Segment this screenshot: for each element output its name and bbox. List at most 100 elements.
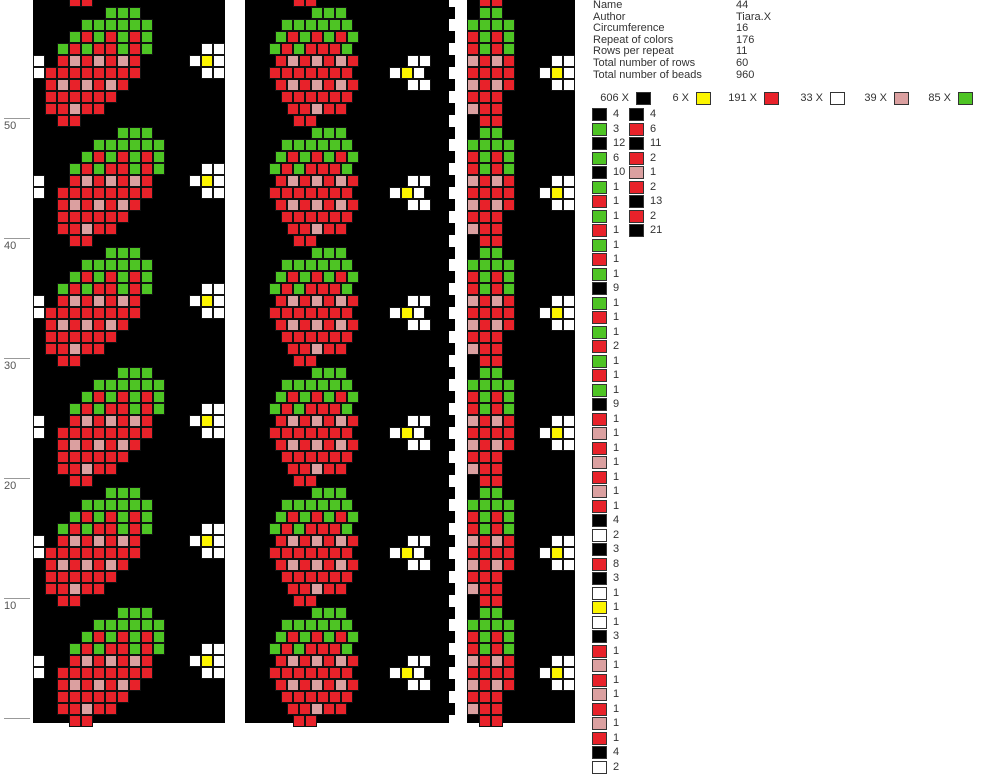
bead-cell[interactable]	[419, 439, 431, 451]
bead-cell[interactable]	[329, 499, 341, 511]
bead-cell[interactable]	[503, 259, 515, 271]
bead-cell[interactable]	[117, 67, 129, 79]
bead-cell[interactable]	[141, 499, 153, 511]
bead-cell[interactable]	[503, 499, 515, 511]
bead-cell[interactable]	[479, 451, 491, 463]
bead-cell[interactable]	[141, 367, 153, 379]
bead-cell[interactable]	[293, 211, 305, 223]
bead-cell[interactable]	[117, 163, 129, 175]
bead-cell[interactable]	[419, 319, 431, 331]
bead-cell[interactable]	[281, 211, 293, 223]
bead-cell[interactable]	[341, 403, 353, 415]
bead-cell[interactable]	[293, 235, 305, 247]
bead-cell[interactable]	[311, 391, 323, 403]
bead-cell[interactable]	[287, 463, 299, 475]
bead-cell[interactable]	[69, 703, 81, 715]
bead-cell[interactable]	[551, 667, 563, 679]
color-swatch[interactable]	[592, 688, 607, 701]
bead-cell[interactable]	[479, 67, 491, 79]
bead-cell[interactable]	[389, 307, 401, 319]
bead-cell[interactable]	[479, 571, 491, 583]
bead-cell[interactable]	[281, 523, 293, 535]
bead-cell[interactable]	[311, 343, 323, 355]
bead-cell[interactable]	[305, 379, 317, 391]
bead-cell[interactable]	[341, 19, 353, 31]
bead-cell[interactable]	[153, 619, 165, 631]
bead-cell[interactable]	[141, 511, 153, 523]
bead-cell[interactable]	[317, 619, 329, 631]
color-swatch[interactable]	[592, 442, 607, 455]
bead-cell[interactable]	[479, 79, 491, 91]
bead-cell[interactable]	[419, 175, 431, 187]
legend-run-row[interactable]: 2	[592, 529, 642, 544]
bead-cell[interactable]	[287, 439, 299, 451]
bead-cell[interactable]	[141, 259, 153, 271]
bead-cell[interactable]	[129, 55, 141, 67]
bead-cell[interactable]	[105, 535, 117, 547]
bead-cell[interactable]	[93, 19, 105, 31]
bead-cell[interactable]	[305, 91, 317, 103]
color-swatch[interactable]	[629, 195, 644, 208]
bead-cell[interactable]	[491, 691, 503, 703]
bead-cell[interactable]	[479, 259, 491, 271]
legend-run-row[interactable]: 1	[592, 645, 642, 660]
bead-cell[interactable]	[141, 19, 153, 31]
bead-cell[interactable]	[323, 151, 335, 163]
bead-cell[interactable]	[281, 259, 293, 271]
bead-cell[interactable]	[491, 403, 503, 415]
bead-cell[interactable]	[45, 319, 57, 331]
legend-run-row[interactable]: 2	[629, 152, 679, 167]
bead-cell[interactable]	[401, 427, 413, 439]
bead-cell[interactable]	[281, 331, 293, 343]
bead-cell[interactable]	[305, 187, 317, 199]
bead-cell[interactable]	[329, 331, 341, 343]
bead-cell[interactable]	[311, 271, 323, 283]
bead-cell[interactable]	[275, 631, 287, 643]
bead-cell[interactable]	[201, 547, 213, 559]
bead-cell[interactable]	[57, 535, 69, 547]
bead-cell[interactable]	[269, 523, 281, 535]
bead-cell[interactable]	[93, 619, 105, 631]
color-swatch[interactable]	[592, 311, 607, 324]
bead-cell[interactable]	[563, 535, 575, 547]
bead-cell[interactable]	[213, 643, 225, 655]
bead-cell[interactable]	[281, 571, 293, 583]
bead-cell[interactable]	[69, 547, 81, 559]
bead-cell[interactable]	[81, 559, 93, 571]
bead-cell[interactable]	[467, 415, 479, 427]
bead-cell[interactable]	[117, 271, 129, 283]
bead-cell[interactable]	[479, 643, 491, 655]
bead-cell[interactable]	[491, 67, 503, 79]
bead-cell[interactable]	[389, 667, 401, 679]
bead-cell[interactable]	[57, 343, 69, 355]
bead-cell[interactable]	[551, 319, 563, 331]
color-swatch[interactable]	[592, 210, 607, 223]
bead-cell[interactable]	[281, 427, 293, 439]
bead-cell[interactable]	[479, 127, 491, 139]
bead-cell[interactable]	[81, 331, 93, 343]
bead-cell[interactable]	[467, 163, 479, 175]
bead-cell[interactable]	[105, 283, 117, 295]
bead-cell[interactable]	[287, 271, 299, 283]
bead-cell[interactable]	[105, 91, 117, 103]
bead-cell[interactable]	[81, 403, 93, 415]
bead-cell[interactable]	[335, 271, 347, 283]
bead-cell[interactable]	[341, 523, 353, 535]
bead-cell[interactable]	[93, 499, 105, 511]
bead-cell[interactable]	[347, 319, 359, 331]
legend-run-row[interactable]: 1	[592, 239, 642, 254]
color-swatch[interactable]	[894, 92, 909, 105]
bead-cell[interactable]	[105, 451, 117, 463]
bead-cell[interactable]	[105, 67, 117, 79]
bead-cell[interactable]	[467, 31, 479, 43]
bead-cell[interactable]	[269, 283, 281, 295]
bead-cell[interactable]	[141, 631, 153, 643]
bead-cell[interactable]	[467, 43, 479, 55]
bead-cell[interactable]	[141, 43, 153, 55]
bead-cell[interactable]	[45, 547, 57, 559]
bead-cell[interactable]	[105, 403, 117, 415]
bead-cell[interactable]	[491, 643, 503, 655]
bead-cell[interactable]	[69, 0, 81, 7]
bead-cell[interactable]	[81, 175, 93, 187]
bead-cell[interactable]	[93, 523, 105, 535]
